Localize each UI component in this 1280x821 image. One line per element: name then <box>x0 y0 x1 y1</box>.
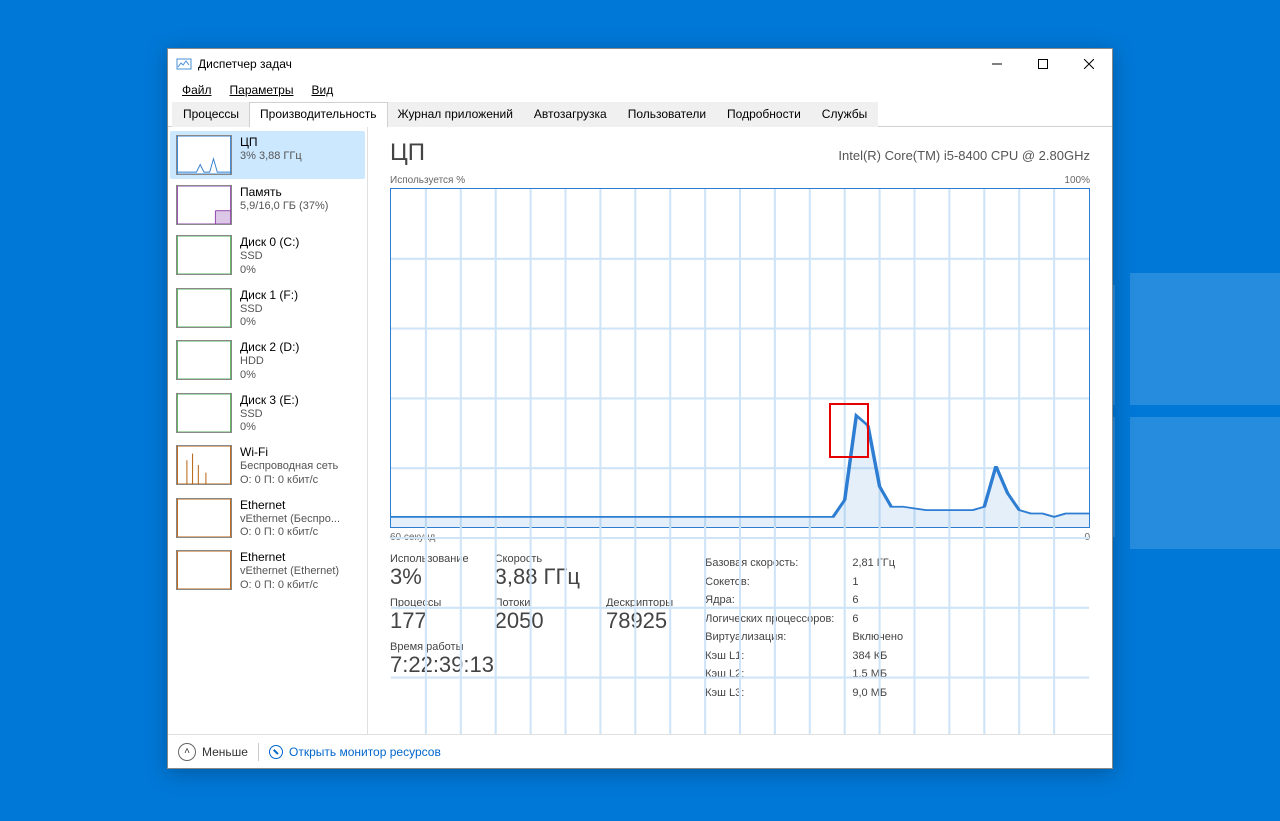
menu-file[interactable]: Файл <box>174 81 220 99</box>
titlebar[interactable]: Диспетчер задач <box>168 49 1112 79</box>
sidebar-item-line2: vEthernet (Ethernet) <box>240 565 339 579</box>
sidebar-item-line3: О: 0 П: 0 кбит/с <box>240 579 339 593</box>
separator <box>258 743 259 761</box>
sidebar-item-line2: vEthernet (Беспро... <box>240 513 340 527</box>
sidebar-item-line3: О: 0 П: 0 кбит/с <box>240 474 338 488</box>
thumb-icon <box>176 135 232 175</box>
window-title: Диспетчер задач <box>198 57 974 71</box>
app-icon <box>176 56 192 72</box>
sidebar-item-line2: SSD <box>240 408 299 422</box>
sidebar-item-line2: SSD <box>240 250 299 264</box>
sidebar-item-title: ЦП <box>240 135 302 150</box>
maximize-button[interactable] <box>1020 49 1066 79</box>
sidebar-item-line2: Беспроводная сеть <box>240 460 338 474</box>
fewer-details-label: Меньше <box>202 745 248 759</box>
chevron-up-icon: ˄ <box>178 743 196 761</box>
tab-5[interactable]: Подробности <box>716 102 812 127</box>
thumb-icon <box>176 185 232 225</box>
sidebar-item-line2: 3% 3,88 ГГц <box>240 150 302 164</box>
tab-4[interactable]: Пользователи <box>617 102 717 127</box>
sidebar-item-line2: HDD <box>240 355 299 369</box>
resource-monitor-icon <box>269 745 283 759</box>
tab-0[interactable]: Процессы <box>172 102 250 127</box>
footer: ˄ Меньше Открыть монитор ресурсов <box>168 734 1112 768</box>
sidebar[interactable]: ЦП 3% 3,88 ГГц Память 5,9/16,0 ГБ (37%) … <box>168 127 368 734</box>
sidebar-item-line3: 0% <box>240 369 299 383</box>
sidebar-item-title: Wi-Fi <box>240 445 338 460</box>
sidebar-item-1[interactable]: Память 5,9/16,0 ГБ (37%) <box>170 181 365 229</box>
menu-options[interactable]: Параметры <box>222 81 302 99</box>
thumb-icon <box>176 235 232 275</box>
thumb-icon <box>176 550 232 590</box>
tab-1[interactable]: Производительность <box>249 102 387 127</box>
sidebar-item-title: Память <box>240 185 328 200</box>
cpu-model: Intel(R) Core(TM) i5-8400 CPU @ 2.80GHz <box>838 148 1090 163</box>
menu-view[interactable]: Вид <box>303 81 341 99</box>
fewer-details-button[interactable]: ˄ Меньше <box>178 743 248 761</box>
cpu-chart[interactable] <box>390 188 1090 528</box>
tab-2[interactable]: Журнал приложений <box>387 102 524 127</box>
sidebar-item-8[interactable]: Ethernet vEthernet (Ethernet) О: 0 П: 0 … <box>170 546 365 597</box>
menubar: Файл Параметры Вид <box>168 79 1112 101</box>
thumb-icon <box>176 498 232 538</box>
sidebar-item-line3: 0% <box>240 316 298 330</box>
sidebar-item-title: Диск 0 (C:) <box>240 235 299 250</box>
sidebar-item-title: Диск 2 (D:) <box>240 340 299 355</box>
thumb-icon <box>176 393 232 433</box>
sidebar-item-0[interactable]: ЦП 3% 3,88 ГГц <box>170 131 365 179</box>
thumb-icon <box>176 445 232 485</box>
sidebar-item-6[interactable]: Wi-Fi Беспроводная сеть О: 0 П: 0 кбит/с <box>170 441 365 492</box>
sidebar-item-5[interactable]: Диск 3 (E:) SSD 0% <box>170 389 365 440</box>
resource-monitor-label: Открыть монитор ресурсов <box>289 745 441 759</box>
tabbar: ПроцессыПроизводительностьЖурнал приложе… <box>168 101 1112 127</box>
highlight-box <box>829 403 870 457</box>
sidebar-item-line3: О: 0 П: 0 кбит/с <box>240 526 340 540</box>
thumb-icon <box>176 288 232 328</box>
sidebar-item-7[interactable]: Ethernet vEthernet (Беспро... О: 0 П: 0 … <box>170 494 365 545</box>
y-axis-label: Используется % <box>390 175 465 186</box>
sidebar-item-title: Диск 3 (E:) <box>240 393 299 408</box>
sidebar-item-title: Ethernet <box>240 498 340 513</box>
sidebar-item-line3: 0% <box>240 421 299 435</box>
close-button[interactable] <box>1066 49 1112 79</box>
y-max-label: 100% <box>1064 175 1090 186</box>
main-title: ЦП <box>390 139 425 167</box>
task-manager-window: Диспетчер задач Файл Параметры Вид Проце… <box>167 48 1113 769</box>
open-resource-monitor-link[interactable]: Открыть монитор ресурсов <box>269 745 441 759</box>
tab-6[interactable]: Службы <box>811 102 878 127</box>
thumb-icon <box>176 340 232 380</box>
sidebar-item-2[interactable]: Диск 0 (C:) SSD 0% <box>170 231 365 282</box>
tab-3[interactable]: Автозагрузка <box>523 102 618 127</box>
sidebar-item-3[interactable]: Диск 1 (F:) SSD 0% <box>170 284 365 335</box>
sidebar-item-line2: SSD <box>240 303 298 317</box>
sidebar-item-line3: 0% <box>240 264 299 278</box>
minimize-button[interactable] <box>974 49 1020 79</box>
sidebar-item-4[interactable]: Диск 2 (D:) HDD 0% <box>170 336 365 387</box>
main-panel: ЦП Intel(R) Core(TM) i5-8400 CPU @ 2.80G… <box>368 127 1112 734</box>
sidebar-item-title: Ethernet <box>240 550 339 565</box>
sidebar-item-line2: 5,9/16,0 ГБ (37%) <box>240 200 328 214</box>
sidebar-item-title: Диск 1 (F:) <box>240 288 298 303</box>
